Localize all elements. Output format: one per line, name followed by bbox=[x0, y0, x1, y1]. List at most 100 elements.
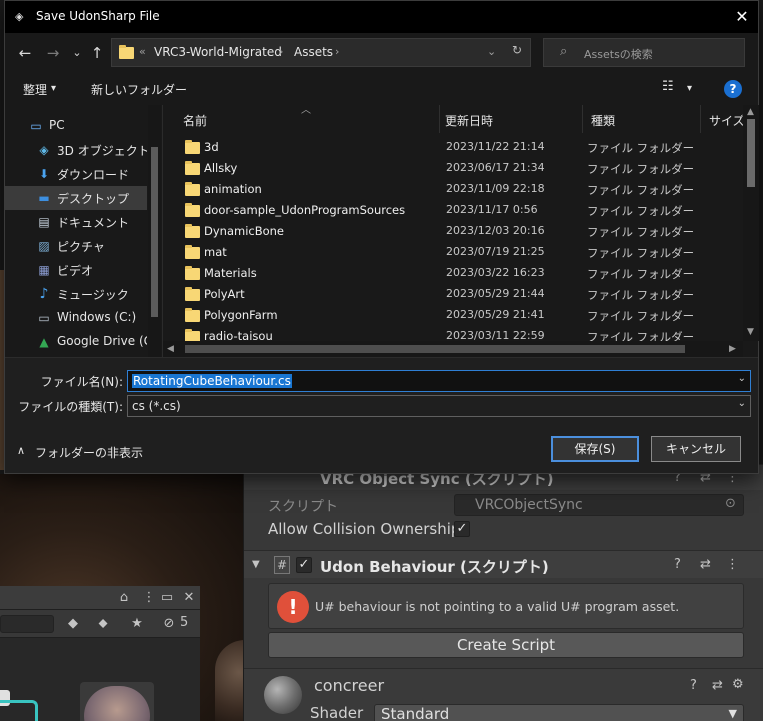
foldout-icon[interactable]: ▼ bbox=[252, 559, 260, 570]
chevron-down-icon[interactable]: ⌄ bbox=[738, 373, 746, 384]
scroll-right-icon[interactable]: ▶ bbox=[729, 344, 736, 354]
tree-item-google-drive[interactable]: ▲ Google Drive (G: bbox=[5, 330, 147, 354]
create-script-button[interactable]: Create Script bbox=[268, 632, 744, 658]
tree-item-documents[interactable]: ▤ ドキュメント bbox=[5, 210, 147, 234]
shader-dropdown[interactable]: Standard ▼ bbox=[374, 704, 744, 721]
file-list-vscrollbar[interactable]: ▲ ▼ bbox=[743, 105, 759, 341]
scroll-down-icon[interactable]: ▼ bbox=[747, 327, 754, 337]
address-bar[interactable]: « VRC3-World-Migrated › Assets › ⌄ ↻ bbox=[111, 38, 531, 67]
tree-item-3d-objects[interactable]: ◈ 3D オブジェクト bbox=[5, 138, 147, 162]
file-row[interactable]: Allsky 2023/06/17 21:34 ファイル フォルダー bbox=[163, 158, 743, 179]
tree-item-windows-drive[interactable]: ▭ Windows (C:) bbox=[5, 306, 147, 330]
refresh-icon[interactable]: ↻ bbox=[512, 43, 522, 57]
filename-input[interactable]: RotatingCubeBehaviour.cs ⌄ bbox=[127, 370, 751, 392]
scroll-up-icon[interactable]: ▲ bbox=[747, 107, 754, 117]
file-name: mat bbox=[204, 245, 227, 259]
file-modified: 2023/03/11 22:59 bbox=[446, 329, 545, 341]
close-panel-icon[interactable]: ✕ bbox=[180, 589, 198, 607]
help-icon[interactable]: ? bbox=[690, 678, 697, 693]
filetype-select[interactable]: cs (*.cs) ⌄ bbox=[127, 395, 751, 417]
save-button[interactable]: 保存(S) bbox=[551, 436, 639, 462]
tree-item-label: ドキュメント bbox=[57, 216, 130, 230]
file-list-hscrollbar[interactable]: ◀ ▶ bbox=[163, 341, 743, 357]
scroll-left-icon[interactable]: ◀ bbox=[167, 344, 174, 354]
file-row[interactable]: PolyArt 2023/05/29 21:44 ファイル フォルダー bbox=[163, 284, 743, 305]
favorite-icon[interactable]: ★ bbox=[128, 615, 146, 633]
file-rows: 3d 2023/11/22 21:14 ファイル フォルダー Allsky 2023/… bbox=[163, 137, 743, 341]
scrollbar-thumb[interactable] bbox=[151, 147, 158, 317]
file-row[interactable]: animation 2023/11/09 22:18 ファイル フォルダー bbox=[163, 179, 743, 200]
column-modified[interactable]: 更新日時 bbox=[440, 105, 583, 133]
object-picker-icon[interactable]: ⊙ bbox=[725, 496, 736, 511]
title-bar[interactable]: ◈ Save UdonSharp File ✕ bbox=[5, 1, 758, 33]
chevron-down-icon[interactable]: ⌄ bbox=[738, 398, 746, 409]
preset-icon[interactable]: ⇄ bbox=[712, 678, 723, 693]
navigation-bar: ← → ⌄ ↑ « VRC3-World-Migrated › Assets ›… bbox=[5, 33, 758, 73]
column-type[interactable]: 種類 bbox=[583, 105, 701, 133]
help-button[interactable]: ? bbox=[724, 80, 742, 98]
navigation-scrollbar[interactable] bbox=[148, 105, 161, 357]
forward-button[interactable]: → bbox=[43, 43, 63, 63]
overflow-icon[interactable]: « bbox=[139, 45, 146, 58]
view-caret-icon[interactable]: ▾ bbox=[687, 83, 692, 94]
udon-behaviour-header[interactable]: ▼ # ✓ Udon Behaviour (スクリプト) ? ⇄ ⋮ bbox=[244, 550, 763, 578]
column-name[interactable]: ︿ 名前 bbox=[163, 105, 440, 133]
type-filter-icon[interactable]: ◆ bbox=[64, 615, 82, 633]
view-options-icon[interactable]: ☷ bbox=[662, 79, 674, 94]
cancel-button[interactable]: キャンセル bbox=[651, 436, 741, 462]
tree-item-desktop[interactable]: ▬ デスクトップ bbox=[5, 186, 147, 210]
new-folder-button[interactable]: 新しいフォルダー bbox=[91, 81, 187, 98]
file-row[interactable]: door-sample_UdonProgramSources 2023/11/17… bbox=[163, 200, 743, 221]
back-button[interactable]: ← bbox=[15, 43, 35, 63]
label-filter-icon[interactable]: ⬥ bbox=[94, 615, 112, 633]
file-modified: 2023/11/17 0:56 bbox=[446, 203, 538, 216]
address-dropdown-icon[interactable]: ⌄ bbox=[487, 45, 496, 58]
component-menu-icon[interactable]: ⋮ bbox=[726, 557, 739, 572]
avatar-thumbnail[interactable] bbox=[80, 682, 154, 721]
file-modified: 2023/07/19 21:25 bbox=[446, 245, 545, 258]
column-size[interactable]: サイズ bbox=[701, 105, 743, 133]
panel-search-field[interactable] bbox=[0, 615, 54, 633]
lock-icon[interactable]: ⌂ bbox=[115, 589, 133, 607]
file-type: ファイル フォルダー bbox=[587, 204, 695, 218]
videos-icon: ▦ bbox=[38, 263, 50, 277]
gear-icon[interactable]: ⚙ bbox=[732, 677, 744, 692]
tree-item-downloads[interactable]: ⬇ ダウンロード bbox=[5, 162, 147, 186]
file-row[interactable]: Materials 2023/03/22 16:23 ファイル フォルダー bbox=[163, 263, 743, 284]
script-field[interactable]: VRCObjectSync ⊙ bbox=[454, 494, 744, 516]
hidden-count-icon[interactable]: ⊘ bbox=[160, 615, 178, 633]
up-button[interactable]: ↑ bbox=[87, 43, 107, 63]
menu-icon[interactable]: ⋮ bbox=[140, 589, 158, 607]
file-row[interactable]: PolygonFarm 2023/05/29 21:41 ファイル フォルダー bbox=[163, 305, 743, 326]
udon-enabled-checkbox[interactable]: ✓ bbox=[296, 557, 312, 573]
breadcrumb-project[interactable]: VRC3-World-Migrated bbox=[154, 45, 282, 59]
tree-item-videos[interactable]: ▦ ビデオ bbox=[5, 258, 147, 282]
scrollbar-thumb[interactable] bbox=[747, 119, 755, 187]
recent-locations-button[interactable]: ⌄ bbox=[67, 43, 87, 63]
close-button[interactable]: ✕ bbox=[731, 6, 753, 28]
file-type: ファイル フォルダー bbox=[587, 162, 695, 176]
help-icon[interactable]: ? bbox=[674, 557, 681, 572]
folder-icon bbox=[185, 182, 200, 196]
filename-value: RotatingCubeBehaviour.cs bbox=[132, 374, 292, 388]
breadcrumb-separator-icon: › bbox=[335, 45, 340, 58]
tree-item-pc[interactable]: ▭ PC bbox=[5, 114, 147, 138]
folder-icon bbox=[119, 45, 134, 59]
chevron-up-icon[interactable]: ∧ bbox=[17, 444, 25, 457]
file-row[interactable]: radio-taisou 2023/03/11 22:59 ファイル フォルダー bbox=[163, 326, 743, 341]
file-type: ファイル フォルダー bbox=[587, 141, 695, 155]
maximize-icon[interactable]: ▭ bbox=[158, 589, 176, 607]
preset-icon[interactable]: ⇄ bbox=[700, 557, 711, 572]
breadcrumb-assets[interactable]: Assets bbox=[294, 45, 333, 59]
file-row[interactable]: DynamicBone 2023/12/03 20:16 ファイル フォルダー bbox=[163, 221, 743, 242]
scrollbar-thumb[interactable] bbox=[185, 345, 685, 353]
allow-collision-checkbox[interactable]: ✓ bbox=[454, 521, 470, 537]
file-row[interactable]: 3d 2023/11/22 21:14 ファイル フォルダー bbox=[163, 137, 743, 158]
file-row[interactable]: mat 2023/07/19 21:25 ファイル フォルダー bbox=[163, 242, 743, 263]
hide-folders-button[interactable]: フォルダーの非表示 bbox=[35, 444, 143, 461]
file-type: ファイル フォルダー bbox=[587, 309, 695, 323]
organize-button[interactable]: 整理 bbox=[23, 81, 47, 98]
tree-item-pictures[interactable]: ▨ ピクチャ bbox=[5, 234, 147, 258]
search-box[interactable]: ⌕ Assetsの検索 bbox=[543, 38, 745, 67]
tree-item-music[interactable]: ♪ ミュージック bbox=[5, 282, 147, 306]
